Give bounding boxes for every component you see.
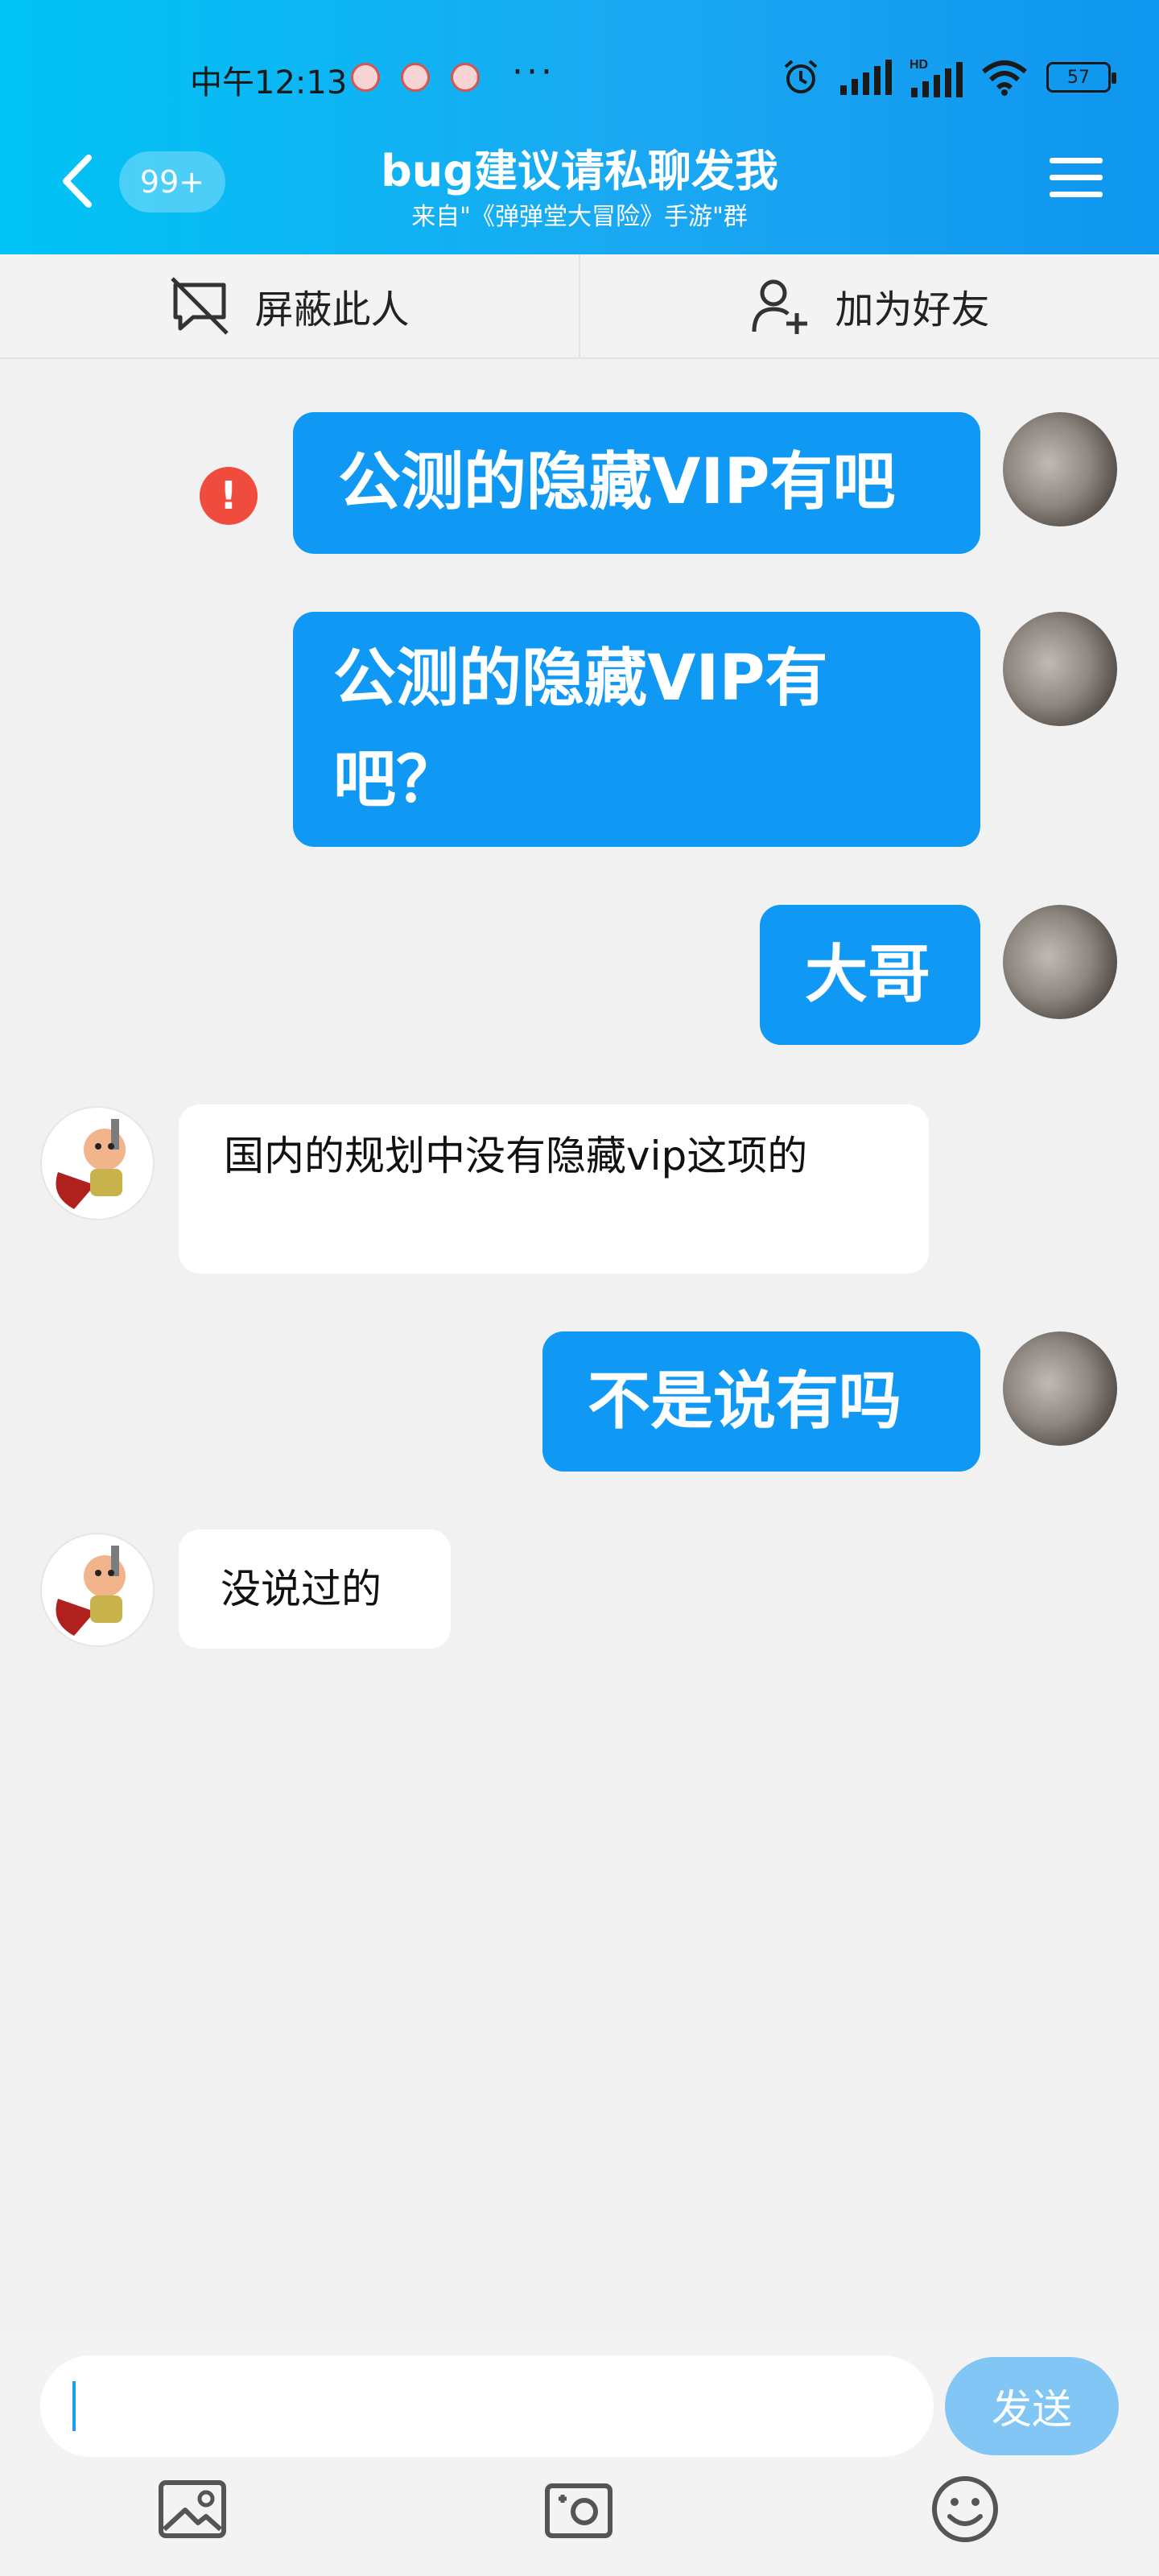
my-avatar[interactable] (1003, 905, 1117, 1019)
notification-icon (351, 63, 380, 92)
message-bubble[interactable]: 没说过的 (179, 1530, 451, 1649)
input-area: 发送 (0, 2331, 1159, 2576)
message-input[interactable] (40, 2355, 934, 2457)
add-friend-button[interactable]: 加为好友 (579, 254, 1159, 357)
message-text: 公测的隐藏VIP有吧 (338, 446, 896, 518)
contact-avatar[interactable] (40, 1533, 155, 1647)
message-text: 没说过的 (221, 1566, 382, 1612)
error-icon[interactable]: ! (200, 467, 258, 525)
signal-hd-icon: HD (909, 58, 963, 97)
svg-text:HD: HD (909, 58, 928, 72)
hero-avatar-icon (56, 1546, 126, 1636)
message-text: 大哥 (805, 939, 931, 1011)
my-avatar[interactable] (1003, 1331, 1117, 1446)
my-avatar[interactable] (1003, 612, 1117, 726)
battery-level: 57 (1067, 67, 1090, 88)
chat-header: 中午12:13 ··· HD 57 99+ bug建议请私聊发我 来自"《弹弹堂… (0, 0, 1159, 254)
block-icon (171, 277, 229, 335)
wifi-icon (982, 60, 1027, 96)
add-friend-icon (752, 279, 808, 334)
message-bubble[interactable]: 公测的隐藏VIP有吧？ (293, 612, 980, 847)
message-bubble[interactable]: 不是说有吗 (542, 1331, 980, 1472)
notification-icon (401, 63, 430, 92)
image-icon[interactable] (156, 2473, 229, 2545)
message-text: 公测的隐藏VIP有吧？ (333, 642, 828, 816)
status-more-icon: ··· (512, 52, 555, 93)
signal-icon (840, 60, 892, 95)
status-time: 中午12:13 (190, 64, 348, 101)
message-bubble[interactable]: 公测的隐藏VIP有吧 (293, 412, 980, 554)
battery-icon: 57 (1046, 62, 1116, 93)
action-bar: 屏蔽此人 加为好友 (0, 254, 1159, 359)
text-cursor (72, 2381, 76, 2431)
emoji-icon[interactable] (929, 2473, 1001, 2545)
add-friend-label: 加为好友 (835, 287, 990, 332)
message-bubble[interactable]: 国内的规划中没有隐藏vip这项的 (179, 1104, 929, 1274)
message-bubble[interactable]: 大哥 (760, 905, 980, 1045)
message-text: 国内的规划中没有隐藏vip这项的 (224, 1133, 808, 1179)
hero-avatar-icon (56, 1119, 126, 1209)
chat-subtitle: 来自"《弹弹堂大冒险》手游"群 (411, 203, 748, 231)
menu-icon[interactable] (1050, 158, 1103, 203)
notification-icon (451, 63, 480, 92)
status-right: HD 57 (781, 55, 1116, 100)
block-user-label: 屏蔽此人 (254, 287, 410, 332)
block-user-button[interactable]: 屏蔽此人 (0, 254, 579, 357)
alarm-icon (784, 60, 818, 93)
message-text: 不是说有吗 (588, 1365, 902, 1438)
camera-icon[interactable] (542, 2473, 615, 2545)
contact-avatar[interactable] (40, 1106, 155, 1220)
send-button[interactable]: 发送 (945, 2357, 1119, 2455)
my-avatar[interactable] (1003, 412, 1117, 526)
chat-title: bug建议请私聊发我 (381, 146, 778, 196)
